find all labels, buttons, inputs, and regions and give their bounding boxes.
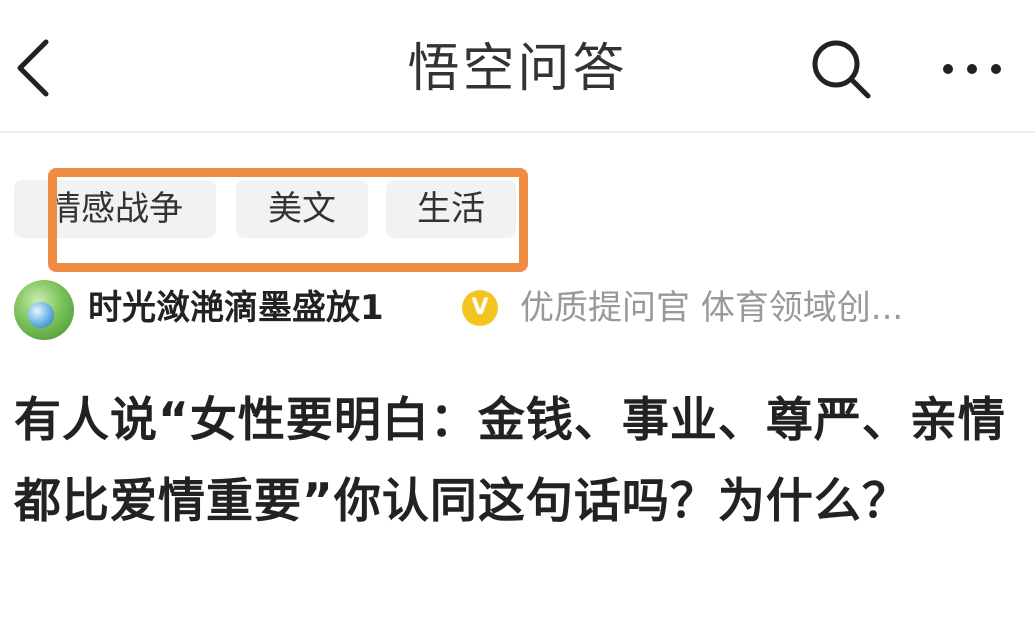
verified-badge-icon: V (462, 290, 498, 326)
question-page: 悟空问答 情感战争 美文 生活 时光潋滟滴墨盛放1 V 优质提问官 体育领域创.… (0, 0, 1035, 636)
search-button[interactable] (806, 34, 876, 104)
author-name[interactable]: 时光潋滟滴墨盛放1 (88, 284, 384, 332)
question-title: 有人说“女性要明白：金钱、事业、尊严、亲情都比爱情重要”你认同这句话吗？为什么？ (14, 393, 1006, 529)
avatar[interactable] (14, 280, 74, 340)
highlight-box (48, 168, 528, 272)
author-description: 优质提问官 体育领域创... (520, 288, 904, 328)
globe-icon (28, 302, 54, 328)
more-horizontal-icon (943, 64, 1001, 74)
search-icon (812, 40, 871, 99)
page-title: 悟空问答 (407, 39, 628, 99)
top-navigation-bar: 悟空问答 (0, 0, 1035, 133)
author-row: 时光潋滟滴墨盛放1 V 优质提问官 体育领域创... (14, 278, 1024, 344)
more-button[interactable] (938, 44, 1006, 94)
